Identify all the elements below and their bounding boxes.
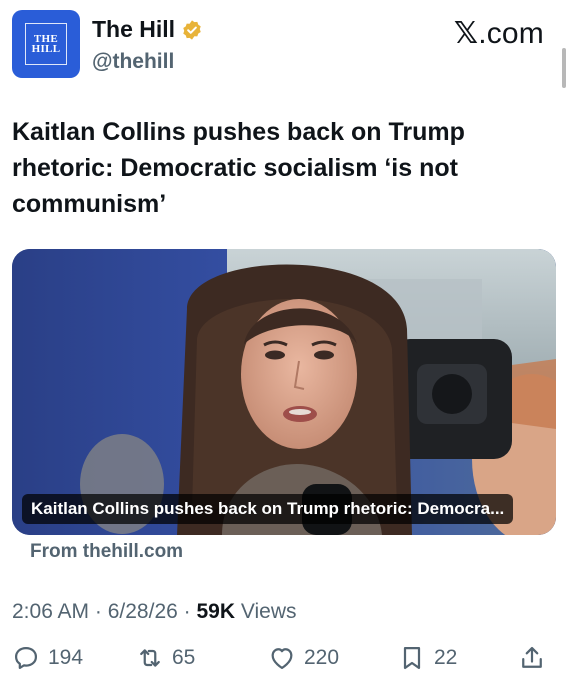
- post-header: THE HILL The Hill @thehill 𝕏.com: [12, 10, 558, 80]
- x-logo-icon: 𝕏: [453, 17, 479, 50]
- verified-badge-icon: [183, 19, 201, 40]
- bookmark-count: 22: [434, 646, 458, 669]
- scrollbar[interactable]: [562, 48, 566, 88]
- meta-separator: ·: [177, 600, 197, 623]
- share-button[interactable]: [518, 644, 546, 672]
- like-count: 220: [304, 646, 340, 669]
- share-icon: [522, 646, 542, 668]
- link-card[interactable]: Kaitlan Collins pushes back on Trump rhe…: [12, 249, 556, 535]
- link-source[interactable]: From thehill.com: [30, 541, 183, 563]
- post-date[interactable]: 6/28/26: [108, 600, 178, 623]
- name-row: The Hill: [92, 16, 203, 43]
- meta-separator: ·: [89, 600, 108, 623]
- link-card-caption: Kaitlan Collins pushes back on Trump rhe…: [22, 494, 514, 524]
- avatar[interactable]: THE HILL: [12, 10, 80, 78]
- avatar-logo: THE HILL: [25, 23, 67, 65]
- views-count: 59K: [196, 600, 236, 623]
- handle[interactable]: @thehill: [92, 50, 174, 74]
- repost-button[interactable]: 65: [136, 644, 195, 672]
- reply-count: 194: [48, 646, 84, 669]
- heart-icon: [271, 648, 293, 670]
- bookmark-button[interactable]: 22: [398, 644, 457, 672]
- repost-count: 65: [172, 646, 196, 669]
- post-time[interactable]: 2:06 AM: [12, 600, 89, 623]
- reply-icon: [14, 646, 38, 670]
- brand-watermark: 𝕏.com: [454, 16, 544, 51]
- post-text: Kaitlan Collins pushes back on Trump rhe…: [12, 118, 465, 218]
- brand-suffix: .com: [478, 17, 544, 50]
- link-card-image: [12, 249, 556, 535]
- bookmark-icon: [403, 646, 421, 670]
- action-bar: 194 65 220 22: [12, 644, 552, 680]
- repost-icon: [140, 649, 160, 667]
- avatar-text-line2: HILL: [31, 43, 61, 55]
- display-name[interactable]: The Hill: [92, 16, 175, 43]
- reply-button[interactable]: 194: [12, 644, 83, 672]
- post-meta: 2:06 AM · 6/28/26 · 59K Views: [12, 600, 297, 624]
- views-label: Views: [240, 600, 297, 623]
- like-button[interactable]: 220: [268, 644, 339, 672]
